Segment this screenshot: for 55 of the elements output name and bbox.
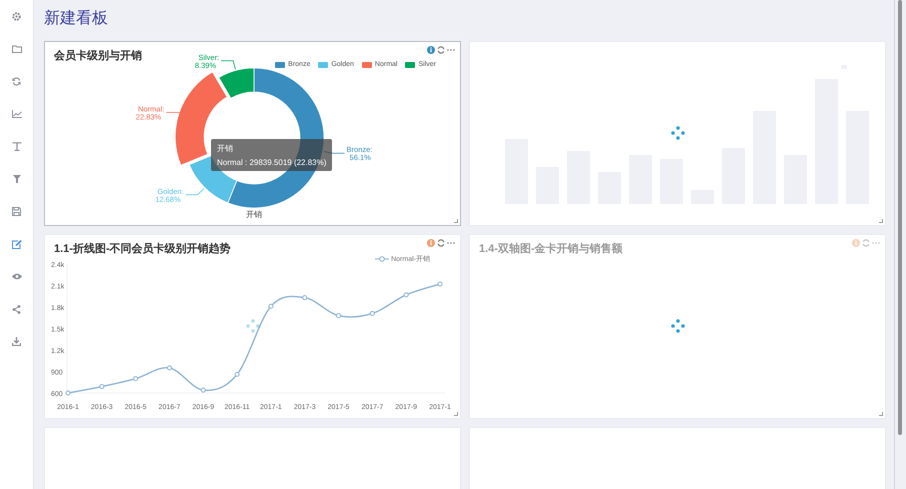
info-icon[interactable] (427, 239, 435, 247)
sidebar-button[interactable] (10, 108, 24, 120)
sidebar-button[interactable] (10, 75, 24, 88)
data-point[interactable] (404, 292, 409, 298)
legend-swatch (405, 62, 416, 68)
data-point[interactable] (234, 372, 240, 377)
data-point[interactable] (166, 365, 172, 370)
resize-handle-icon[interactable] (454, 219, 458, 223)
series-label: 开销 (246, 210, 262, 219)
data-point[interactable] (336, 313, 342, 318)
data-point[interactable] (370, 310, 375, 316)
data-point[interactable] (302, 295, 308, 300)
folder-icon (12, 44, 22, 53)
scrollbar-thumb[interactable] (898, 0, 902, 435)
sidebar-button[interactable] (10, 10, 24, 22)
data-point[interactable] (66, 390, 70, 396)
data-point[interactable] (200, 388, 206, 393)
line-chart-icon (12, 110, 22, 118)
eye-icon (12, 273, 22, 280)
info-icon[interactable] (427, 46, 435, 54)
refresh-icon[interactable] (437, 46, 445, 54)
legend-swatch (275, 62, 286, 68)
leader-line (185, 188, 204, 196)
legend-swatch (318, 62, 328, 68)
refresh-icon[interactable] (437, 239, 445, 247)
data-point[interactable] (133, 376, 138, 382)
panel-title: 会员卡级别与开销 (54, 48, 142, 63)
text-icon (12, 142, 22, 151)
legend-swatch (362, 62, 372, 68)
tooltip-title: 开销 (217, 143, 234, 154)
panel-title: 1.1-折线图-不同会员卡级别开销趋势 (54, 242, 231, 256)
data-point[interactable] (268, 304, 274, 309)
resize-handle-icon[interactable] (879, 219, 883, 223)
data-point[interactable] (438, 282, 442, 287)
data-point[interactable] (99, 384, 104, 390)
sidebar-button[interactable] (10, 238, 24, 250)
legend-marker-icon (375, 256, 390, 262)
tooltip-text: Normal : 29839.5019 (22.83%) (217, 158, 326, 167)
sidebar-button[interactable] (10, 140, 24, 152)
resize-handle-icon[interactable] (879, 412, 883, 416)
sidebar-button[interactable] (10, 206, 24, 218)
leader-line (220, 60, 236, 70)
save-icon (12, 207, 21, 216)
panel-title: 1.4-双轴图-金卡开销与销售额 (479, 242, 623, 256)
refresh-icon (12, 76, 21, 86)
filter-icon (12, 174, 20, 183)
gear-icon (12, 12, 21, 20)
download-icon (12, 337, 21, 346)
sidebar-button[interactable] (10, 336, 24, 348)
page-title: 新建看板 (44, 8, 109, 29)
share-icon (12, 304, 21, 314)
sidebar-button[interactable] (10, 303, 24, 316)
resize-handle-icon[interactable] (454, 412, 458, 416)
edit-icon (12, 240, 22, 249)
sidebar-button[interactable] (10, 42, 24, 55)
